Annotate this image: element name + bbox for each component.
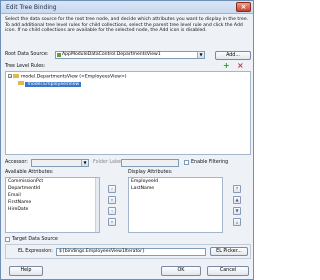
tree-rules-panel: − model.DepartmentsView (<EmployeesView>… [5,71,251,155]
instructions-text: Select the data source for the root tree… [5,17,249,34]
target-data-source-group: EL Expression: ${bindings.EmployeesView1… [5,244,251,259]
window-title: Edit Tree Binding [6,4,57,11]
root-data-source-label: Root Data Source: [5,52,49,57]
el-expression-field[interactable]: ${bindings.EmployeesView1Iterator} [56,248,206,256]
list-item[interactable]: CommissionPct [8,179,43,185]
list-item[interactable]: DepartmentId [8,186,40,192]
tree-level-rules-label: Tree Level Rules: [5,64,46,69]
chevron-down-icon: ▼ [197,52,204,58]
list-item[interactable]: EmployeeId [131,179,158,185]
el-expression-label: EL Expression: [18,249,53,254]
chevron-down-icon: ▼ [81,160,88,166]
add-button[interactable]: Add... [215,51,251,60]
folder-icon [18,81,24,85]
folder-icon [13,74,20,78]
display-attributes-list[interactable]: EmployeeId LastName [128,177,223,233]
move-bottom-icon[interactable]: ⤓ [233,218,241,226]
tree-node-label: model.EmployeesView [25,81,82,87]
tree-node-label: model.DepartmentsView (<EmployeesView>) [20,74,127,80]
move-up-icon[interactable]: ▲ [233,196,241,204]
cancel-button[interactable]: Cancel [207,266,249,276]
root-data-source-value: AppModuleDataControl.DepartmentsView1 [62,52,161,57]
move-down-icon[interactable]: ▼ [233,207,241,215]
list-item[interactable]: LastName [131,186,154,192]
move-top-icon[interactable]: ⤒ [233,185,241,193]
target-data-source-label: Target Data Source [12,237,58,242]
tree-node-departments[interactable]: − model.DepartmentsView (<EmployeesView>… [8,74,127,81]
available-attributes-label: Available Attributes: [5,170,54,175]
scrollbar[interactable] [95,178,99,232]
enable-filtering-label: Enable Filtering [191,160,229,165]
root-data-source-select[interactable]: AppModuleDataControl.DepartmentsView1 ▼ [55,51,205,59]
display-attributes-label: Display Attributes: [128,170,173,175]
close-icon[interactable]: × [236,2,251,12]
collapse-icon[interactable]: − [8,74,12,78]
folder-label-label: Folder Label: [93,160,124,165]
list-item[interactable]: FirstName [8,200,31,206]
enable-filtering-checkbox[interactable] [184,160,189,165]
add-rule-icon[interactable]: + [223,62,230,70]
list-item[interactable]: Email [8,193,21,199]
ok-button[interactable]: OK [161,266,201,276]
accessor-label: Accessor: [5,160,28,165]
accessor-select[interactable]: ▼ [31,159,89,167]
target-data-source-checkbox[interactable] [5,237,10,242]
datacontrol-icon [57,53,61,57]
move-left-icon[interactable]: ‹ [108,207,116,215]
list-item[interactable]: HireDate [8,207,28,213]
help-button[interactable]: Help [9,266,43,276]
folder-label-field[interactable] [121,159,179,167]
edit-tree-binding-dialog: Edit Tree Binding × Select the data sour… [0,0,254,280]
move-right-icon[interactable]: › [108,185,116,193]
move-all-left-icon[interactable]: « [108,218,116,226]
remove-rule-icon[interactable]: × [237,62,244,70]
available-attributes-list[interactable]: CommissionPct DepartmentId Email FirstNa… [5,177,100,233]
tree-node-employees[interactable]: model.EmployeesView [18,81,82,88]
el-picker-button[interactable]: EL Picker... [210,247,248,256]
move-all-right-icon[interactable]: » [108,196,116,204]
title-bar: Edit Tree Binding × [1,1,253,14]
